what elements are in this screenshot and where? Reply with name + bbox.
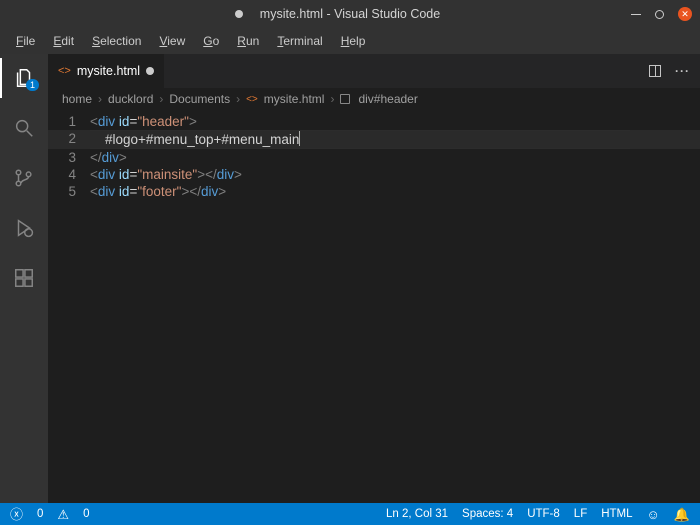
modified-dot-icon bbox=[235, 10, 243, 18]
eol[interactable]: LF bbox=[574, 508, 587, 520]
cursor-position[interactable]: Ln 2, Col 31 bbox=[386, 508, 448, 520]
editor-area: <> mysite.html ··· home › ducklord › Docum… bbox=[48, 54, 700, 503]
crumb-home[interactable]: home bbox=[62, 92, 92, 106]
warning-count[interactable]: 0 bbox=[83, 508, 89, 520]
code-line[interactable]: <div id="header"> bbox=[90, 113, 197, 130]
menu-terminal[interactable]: Terminal bbox=[269, 31, 330, 51]
html-file-icon: <> bbox=[246, 94, 258, 105]
line-number: 4 bbox=[48, 166, 90, 183]
line-number: 2 bbox=[48, 130, 90, 149]
html-file-icon: <> bbox=[58, 65, 71, 77]
activity-extensions[interactable] bbox=[0, 262, 48, 294]
menu-selection[interactable]: Selection bbox=[84, 31, 149, 51]
explorer-badge: 1 bbox=[26, 79, 39, 91]
tab-bar: <> mysite.html ··· bbox=[48, 54, 700, 88]
tab-actions: ··· bbox=[639, 54, 700, 88]
menu-file[interactable]: File bbox=[8, 31, 43, 51]
window-title: mysite.html - Visual Studio Code bbox=[260, 7, 440, 21]
line-number: 3 bbox=[48, 149, 90, 166]
status-bar: ⓧ 0 ⚠ 0 Ln 2, Col 31 Spaces: 4 UTF-8 LF HT… bbox=[0, 503, 700, 525]
chevron-right-icon: › bbox=[98, 92, 102, 106]
code-line[interactable]: </div> bbox=[90, 149, 127, 166]
warning-icon[interactable]: ⚠ bbox=[57, 508, 69, 521]
split-editor-icon[interactable] bbox=[649, 65, 661, 77]
more-actions-icon[interactable]: ··· bbox=[675, 64, 690, 78]
menu-view[interactable]: View bbox=[151, 31, 193, 51]
menu-go[interactable]: Go bbox=[195, 31, 227, 51]
line-number: 5 bbox=[48, 183, 90, 200]
activity-search[interactable] bbox=[0, 112, 48, 144]
crumb-documents[interactable]: Documents bbox=[169, 92, 230, 106]
line-number: 1 bbox=[48, 113, 90, 130]
code-editor[interactable]: 1<div id="header"> 2 #logo+#menu_top+#me… bbox=[48, 110, 700, 503]
modified-dot-icon bbox=[146, 67, 154, 75]
crumb-ducklord[interactable]: ducklord bbox=[108, 92, 153, 106]
play-bug-icon bbox=[13, 217, 35, 239]
error-count[interactable]: 0 bbox=[37, 508, 43, 520]
menu-edit[interactable]: Edit bbox=[45, 31, 82, 51]
encoding[interactable]: UTF-8 bbox=[527, 508, 560, 520]
code-line[interactable]: #logo+#menu_top+#menu_main bbox=[90, 130, 630, 149]
extensions-icon bbox=[13, 267, 35, 289]
activity-bar: 1 bbox=[0, 54, 48, 503]
code-line[interactable]: <div id="mainsite"></div> bbox=[90, 166, 242, 183]
menu-run[interactable]: Run bbox=[229, 31, 267, 51]
maximize-icon[interactable] bbox=[655, 10, 664, 19]
language-mode[interactable]: HTML bbox=[601, 508, 632, 520]
minimize-icon[interactable] bbox=[631, 14, 641, 15]
crumb-file[interactable]: mysite.html bbox=[264, 92, 325, 106]
indentation[interactable]: Spaces: 4 bbox=[462, 508, 513, 520]
search-icon bbox=[13, 117, 35, 139]
activity-debug[interactable] bbox=[0, 212, 48, 244]
error-icon[interactable]: ⓧ bbox=[10, 508, 23, 521]
branch-icon bbox=[13, 167, 35, 189]
breadcrumb[interactable]: home › ducklord › Documents › <> mysite.htm… bbox=[48, 88, 700, 110]
close-icon[interactable]: ✕ bbox=[678, 7, 692, 21]
chevron-right-icon: › bbox=[159, 92, 163, 106]
tab-mysite[interactable]: <> mysite.html bbox=[48, 54, 165, 88]
code-line[interactable]: <div id="footer"></div> bbox=[90, 183, 226, 200]
text-cursor bbox=[299, 131, 300, 146]
chevron-right-icon: › bbox=[236, 92, 240, 106]
feedback-icon[interactable]: ☺ bbox=[647, 508, 660, 521]
activity-explorer[interactable]: 1 bbox=[0, 62, 48, 94]
window-titlebar: mysite.html - Visual Studio Code ✕ bbox=[0, 0, 700, 28]
crumb-node[interactable]: div#header bbox=[358, 92, 417, 106]
window-controls: ✕ bbox=[631, 7, 692, 21]
workbench: 1 <> mysite.html ··· bbox=[0, 54, 700, 503]
tab-label: mysite.html bbox=[77, 64, 140, 78]
activity-scm[interactable] bbox=[0, 162, 48, 194]
menubar: File Edit Selection View Go Run Terminal… bbox=[0, 28, 700, 54]
bell-icon[interactable]: 🔔 bbox=[674, 508, 690, 521]
menu-help[interactable]: Help bbox=[333, 31, 374, 51]
chevron-right-icon: › bbox=[330, 92, 334, 106]
struct-icon bbox=[340, 94, 350, 104]
